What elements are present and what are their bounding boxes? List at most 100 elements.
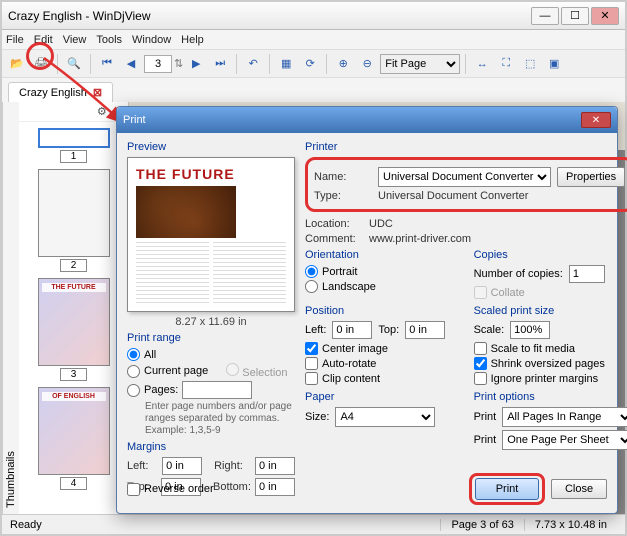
last-page-button[interactable]: ⏭ [209,53,231,75]
properties-button[interactable]: Properties [557,167,625,187]
pos-top-input[interactable] [405,321,445,339]
dialog-title: Print [123,114,581,126]
clip-content-checkbox[interactable] [305,372,318,385]
page-updown-icon[interactable]: ⇅ [174,57,183,70]
separator [326,54,327,74]
scaled-label: Scaled print size [474,305,627,317]
find-button[interactable]: 🔍 [63,53,85,75]
annotation-printer-highlight: Name: Universal Document Converter Prope… [305,157,627,212]
next-page-button[interactable]: ▶ [185,53,207,75]
ignore-margins-checkbox[interactable] [474,372,487,385]
printer-type: Universal Document Converter [378,190,528,202]
preview-dimensions: 8.27 x 11.69 in [127,316,295,328]
thumbnails-label: Thumbnails [2,102,19,514]
fit-media-checkbox[interactable] [474,342,487,355]
separator [269,54,270,74]
print-button[interactable]: 🖨 [30,53,52,75]
shrink-checkbox[interactable] [474,357,487,370]
title-bar: Crazy English - WinDjView — ☐ ✕ [2,2,625,30]
window-close-button[interactable]: ✕ [591,7,619,25]
thumbnail-item[interactable]: 2 [25,169,122,272]
thumbnails-panel: ⚙ ✕ 1 2 THE FUTURE3 OF ENGLISH4 [19,102,129,514]
prev-page-button[interactable]: ◀ [120,53,142,75]
fit-width-button[interactable]: ↔ [471,53,493,75]
print-preview: THE FUTURE [127,157,295,312]
copies-label: Copies [474,249,627,261]
dialog-close-button[interactable]: ✕ [581,112,611,128]
pages-hint: Enter page numbers and/or page ranges se… [145,401,295,437]
portrait-radio[interactable] [305,265,318,278]
back-button[interactable]: ↶ [242,53,264,75]
printer-label: Printer [305,141,627,153]
annotation-print-highlight: Print [469,473,545,505]
landscape-radio[interactable] [305,280,318,293]
printer-comment: www.print-driver.com [369,233,471,245]
thumbnail-item[interactable]: OF ENGLISH4 [25,387,122,490]
paper-size-select[interactable]: A4 [335,407,435,427]
pages-input[interactable] [182,381,252,399]
gear-icon[interactable]: ⚙ [97,105,107,118]
center-image-checkbox[interactable] [305,342,318,355]
menu-file[interactable]: File [6,34,24,46]
doc-tab-close-icon[interactable]: ⊠ [93,86,102,99]
status-ready: Ready [10,519,440,531]
fit-page-button[interactable]: ⛶ [495,53,517,75]
rotate-button[interactable]: ⟳ [299,53,321,75]
auto-rotate-checkbox[interactable] [305,357,318,370]
layout-button[interactable]: ▦ [275,53,297,75]
range-pages-radio[interactable] [127,384,140,397]
paper-label: Paper [305,391,466,403]
print-options-label: Print options [474,391,627,403]
page-number-input[interactable] [144,55,172,73]
printer-location: UDC [369,218,393,230]
scale-input[interactable] [510,321,550,339]
margins-label: Margins [127,441,295,453]
preview-label: Preview [127,141,295,153]
thumbnail-item[interactable]: 1 [25,128,122,163]
print-layout-select[interactable]: One Page Per Sheet [502,430,627,450]
zoom-out-button[interactable]: ⊖ [356,53,378,75]
range-all-radio[interactable] [127,348,140,361]
window-title: Crazy English - WinDjView [8,9,529,23]
thumbnails-list[interactable]: 1 2 THE FUTURE3 OF ENGLISH4 [19,122,128,510]
pos-left-input[interactable] [332,321,372,339]
copies-input[interactable] [569,265,605,283]
status-bar: Ready Page 3 of 63 7.73 x 10.48 in [2,514,625,534]
doc-tab[interactable]: Crazy English ⊠ [8,82,113,102]
menu-edit[interactable]: Edit [34,34,53,46]
status-dimensions: 7.73 x 10.48 in [524,519,617,531]
reverse-order-checkbox[interactable] [127,483,140,496]
separator [236,54,237,74]
orientation-label: Orientation [305,249,466,261]
doc-tab-row: Crazy English ⊠ [2,78,625,102]
actual-size-button[interactable]: ⬚ [519,53,541,75]
doc-tab-label: Crazy English [19,87,87,99]
first-page-button[interactable]: ⏮ [96,53,118,75]
zoom-in-button[interactable]: ⊕ [332,53,354,75]
separator [57,54,58,74]
position-label: Position [305,305,466,317]
thumbnails-header: ⚙ ✕ [19,102,128,122]
range-current-radio[interactable] [127,365,140,378]
printer-name-select[interactable]: Universal Document Converter [378,167,551,187]
status-page: Page 3 of 63 [440,519,523,531]
close-button[interactable]: Close [551,479,607,499]
fullscreen-button[interactable]: ▣ [543,53,565,75]
print-pages-select[interactable]: All Pages In Range [502,407,627,427]
open-button[interactable]: 📂 [6,53,28,75]
zoom-select[interactable]: Fit Page [380,54,460,74]
menu-tools[interactable]: Tools [96,34,122,46]
collate-checkbox [474,286,487,299]
maximize-button[interactable]: ☐ [561,7,589,25]
dialog-titlebar: Print ✕ [117,107,617,133]
thumbnail-item[interactable]: THE FUTURE3 [25,278,122,381]
menu-view[interactable]: View [63,34,87,46]
separator [465,54,466,74]
print-range-label: Print range [127,332,295,344]
menu-window[interactable]: Window [132,34,171,46]
print-confirm-button[interactable]: Print [475,478,539,500]
print-dialog: Print ✕ Preview THE FUTURE 8.27 x 11.69 … [116,106,618,514]
menu-help[interactable]: Help [181,34,204,46]
range-selection-radio [226,363,239,376]
minimize-button[interactable]: — [531,7,559,25]
